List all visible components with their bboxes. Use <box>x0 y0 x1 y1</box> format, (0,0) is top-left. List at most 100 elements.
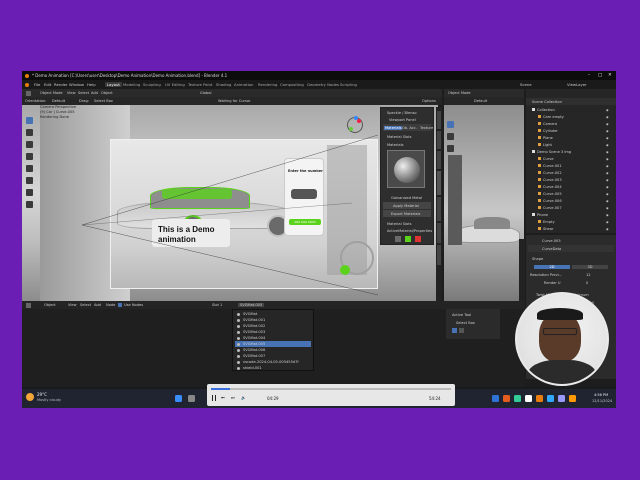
outliner-item[interactable]: Curve.004 ◉ <box>528 183 614 190</box>
rotate-tool-icon[interactable] <box>26 153 33 160</box>
subtab-texture[interactable]: Texture <box>420 126 433 130</box>
skip-forward-icon[interactable]: ⏭ <box>231 395 235 400</box>
options-dropdown[interactable]: Options <box>422 99 436 103</box>
shader-menu-select[interactable]: Select <box>80 303 91 307</box>
menu-edit[interactable]: Edit <box>44 82 51 87</box>
secondary-viewport[interactable] <box>444 105 524 301</box>
skip-back-icon[interactable]: ⏮ <box>221 395 225 400</box>
vtab-speckle[interactable] <box>437 223 441 243</box>
outliner-item[interactable]: Curve.002 ◉ <box>528 169 614 176</box>
move-tool-icon[interactable] <box>26 141 33 148</box>
viewport2-cursor-icon[interactable] <box>447 133 454 140</box>
resolution-value[interactable]: 12 <box>586 273 591 277</box>
outliner-item[interactable]: Light ◉ <box>528 141 614 148</box>
visibility-icon[interactable]: ◉ <box>606 220 609 224</box>
menu-view[interactable]: View <box>67 91 76 95</box>
menu-window[interactable]: Window <box>69 82 84 87</box>
tab-geometry-nodes[interactable]: Geometry Nodes <box>307 82 339 87</box>
annotate-tool-icon[interactable] <box>26 189 33 196</box>
menu-file[interactable]: File <box>34 82 40 87</box>
tab-rendering[interactable]: Rendering <box>258 82 277 87</box>
tab-uv-editing[interactable]: UV Editing <box>165 82 185 87</box>
viewport2-select-icon[interactable] <box>447 121 454 128</box>
measure-tool-icon[interactable] <box>26 201 33 208</box>
vtab-blenderkit[interactable] <box>437 171 441 195</box>
slot-icon-3[interactable] <box>415 236 421 242</box>
material-list-item[interactable]: shield.001 <box>235 365 311 371</box>
outliner-item[interactable]: Curve.006 ◉ <box>528 197 614 204</box>
premiere-icon[interactable] <box>558 395 565 402</box>
gizmo-x[interactable] <box>357 119 361 123</box>
outliner-item[interactable]: Demo Scene 3 Img ◉ <box>528 148 614 155</box>
tab-scripting[interactable]: Scripting <box>340 82 357 87</box>
use-nodes-checkbox[interactable] <box>118 303 122 307</box>
view-layer-selector[interactable]: ViewLayer <box>567 82 587 87</box>
outliner-item[interactable]: Camera ◉ <box>528 120 614 127</box>
outliner-item[interactable]: Cam empty ◉ <box>528 113 614 120</box>
tab-texture-paint[interactable]: Texture Paint <box>188 82 213 87</box>
viewport2-move-icon[interactable] <box>447 145 454 152</box>
viewport2-default[interactable]: Default <box>474 99 487 103</box>
gizmo-y[interactable] <box>349 127 353 131</box>
visibility-icon[interactable]: ◉ <box>606 213 609 217</box>
dimension-toggle[interactable]: 2D 3D <box>528 263 614 270</box>
render-u-row[interactable]: Render U 0 <box>528 279 614 286</box>
slot-icon-2[interactable] <box>405 236 411 242</box>
shape-section[interactable]: Shape <box>528 255 614 262</box>
visibility-icon[interactable]: ◉ <box>606 136 609 140</box>
visibility-icon[interactable]: ◉ <box>606 192 609 196</box>
taskbar-app-icon-1[interactable] <box>492 395 499 402</box>
close-icon[interactable]: ✕ <box>608 73 612 78</box>
apply-material-button[interactable]: Apply Material <box>383 202 431 209</box>
visibility-icon[interactable]: ◉ <box>606 108 609 112</box>
tab-layout[interactable]: Layout <box>105 82 122 87</box>
outliner-item[interactable]: Shear ◉ <box>528 225 614 232</box>
search-icon[interactable] <box>188 395 195 402</box>
menu-render[interactable]: Render <box>54 82 68 87</box>
3d-viewport[interactable]: This is a Demo animation Enter the numbe… <box>22 105 438 301</box>
outliner-item[interactable]: Curve.003 ◉ <box>528 176 614 183</box>
menu-select[interactable]: Select <box>78 91 89 95</box>
outliner-item[interactable]: Collection ◉ <box>528 106 614 113</box>
visibility-icon[interactable]: ◉ <box>606 164 609 168</box>
visibility-icon[interactable]: ◉ <box>606 150 609 154</box>
seek-track[interactable] <box>211 388 451 390</box>
transform-orientation[interactable]: Global <box>200 91 211 95</box>
chrome-icon[interactable] <box>525 395 532 402</box>
slot-selector[interactable]: Slot 1 <box>212 303 222 307</box>
viewport-panel-row[interactable]: Viewport Panel <box>383 116 431 123</box>
select-mode-icon-1[interactable] <box>452 328 457 333</box>
cursor-tool-icon[interactable] <box>26 129 33 136</box>
select-mode-icon-2[interactable] <box>459 328 464 333</box>
vtab-view[interactable] <box>437 151 441 169</box>
orientation-default[interactable]: Default <box>52 99 65 103</box>
vtab-tool[interactable] <box>437 131 441 149</box>
outliner-item[interactable]: Plane ◉ <box>528 134 614 141</box>
photoshop-icon[interactable] <box>547 395 554 402</box>
slot-icon-1[interactable] <box>395 236 401 242</box>
export-materials-button[interactable]: Export Materials <box>383 210 431 217</box>
viewport2-mode[interactable]: Object Mode <box>448 91 471 95</box>
select-tool-icon[interactable] <box>26 117 33 124</box>
illustrator-icon[interactable] <box>569 395 576 402</box>
tab-modeling[interactable]: Modeling <box>123 82 140 87</box>
transform-tool-icon[interactable] <box>26 177 33 184</box>
select-box-dropdown[interactable]: Select Box <box>94 99 113 103</box>
visibility-icon[interactable]: ◉ <box>606 206 609 210</box>
shader-mode[interactable]: Object <box>44 303 56 307</box>
scene-selector[interactable]: Scene <box>520 82 532 87</box>
blender-taskbar-icon[interactable] <box>536 395 543 402</box>
subtab-materials[interactable]: Materials <box>384 125 403 130</box>
tab-shading[interactable]: Shading <box>216 82 231 87</box>
toggle-2d[interactable]: 2D <box>534 264 570 269</box>
visibility-icon[interactable]: ◉ <box>606 227 609 231</box>
toggle-3d[interactable]: 3D <box>572 264 608 269</box>
visibility-icon[interactable]: ◉ <box>606 143 609 147</box>
material-dropdown[interactable]: SVGMat SVGMat.001 SVGMat.002 SVGMat.003 SVGM… <box>232 309 314 371</box>
shader-menu-view[interactable]: View <box>68 303 77 307</box>
menu-add[interactable]: Add <box>91 91 98 95</box>
gizmo-z[interactable] <box>354 116 358 120</box>
outliner-item[interactable]: Curve.007 ◉ <box>528 204 614 211</box>
tab-animation[interactable]: Animation <box>234 82 253 87</box>
minimize-icon[interactable]: – <box>588 73 590 78</box>
